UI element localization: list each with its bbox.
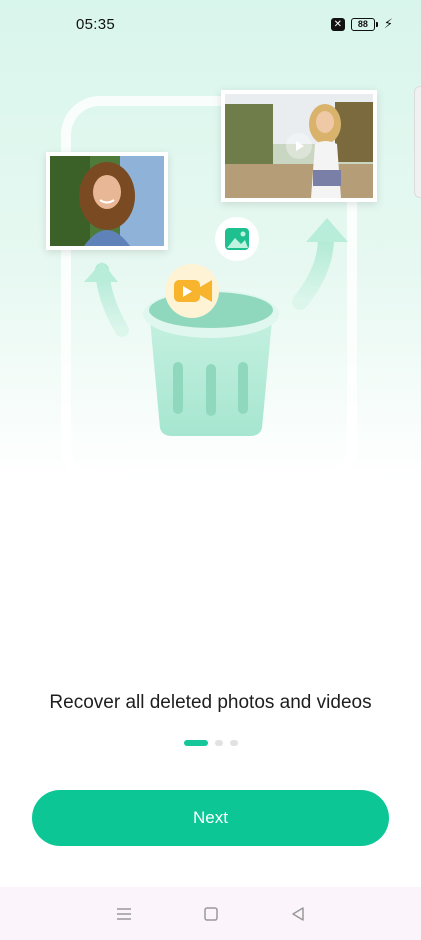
video-camera-icon: [165, 264, 219, 318]
menu-icon[interactable]: [112, 902, 136, 926]
page-dot: [229, 740, 238, 746]
page-indicator: [0, 740, 421, 746]
back-icon[interactable]: [286, 902, 310, 926]
page-dot: [214, 740, 223, 746]
page-dot-active: [183, 740, 208, 746]
navigation-bar: [0, 887, 421, 940]
trash-bin-icon: [143, 290, 279, 436]
play-icon: [286, 133, 312, 159]
arrow-up-icon: [84, 262, 129, 337]
onboarding-caption: Recover all deleted photos and videos: [49, 692, 372, 713]
photo-thumbnail: [46, 152, 168, 250]
home-icon[interactable]: [199, 902, 223, 926]
gallery-icon: [215, 217, 259, 261]
photo-image: [50, 156, 164, 246]
video-thumbnail: [221, 90, 377, 202]
arrow-up-icon: [292, 218, 348, 310]
next-button[interactable]: Next: [32, 790, 389, 846]
